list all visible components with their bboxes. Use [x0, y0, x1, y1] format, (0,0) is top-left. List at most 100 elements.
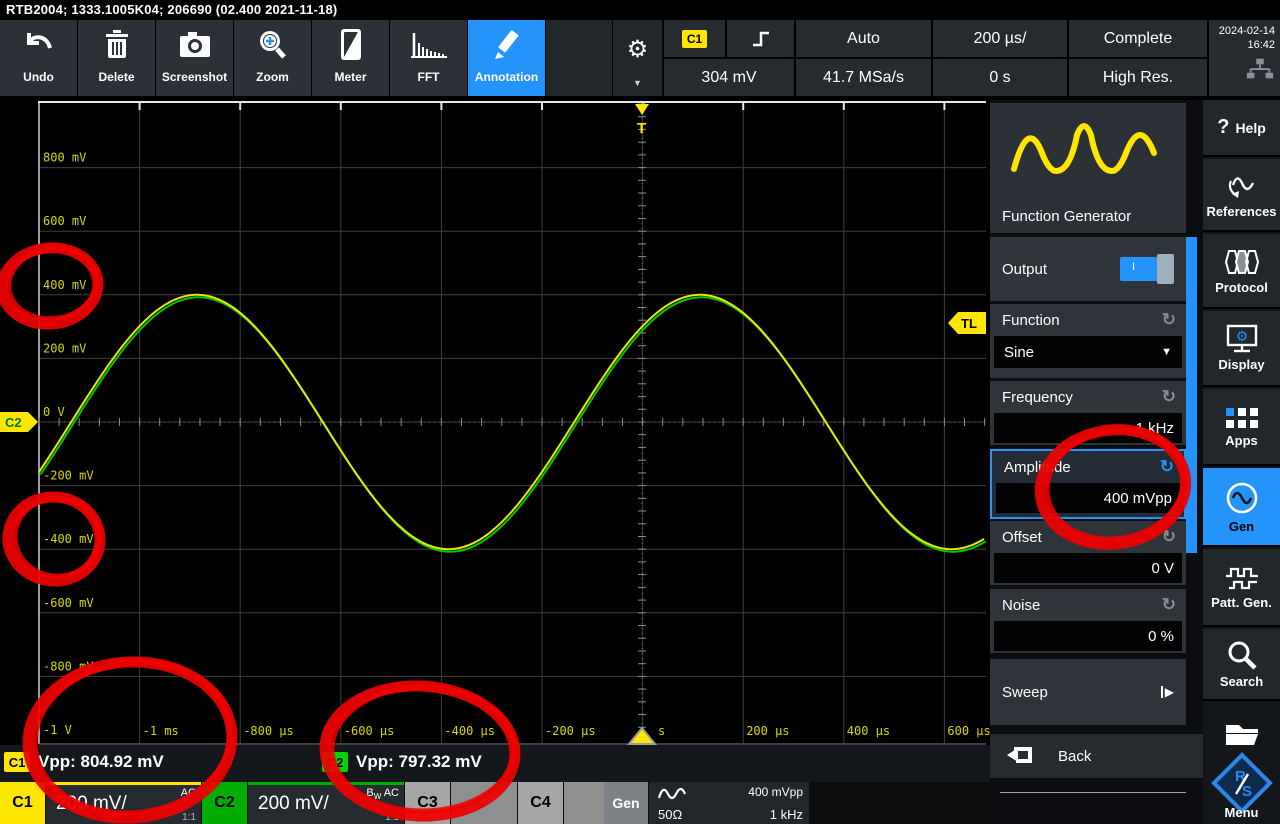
fft-spectrum-icon [390, 20, 467, 70]
toolbar-spacer [546, 20, 612, 96]
x-axis-label: -1 ms [143, 724, 179, 738]
sidebar-item-apps[interactable]: Apps [1203, 389, 1280, 466]
panel-scrollbar[interactable] [1186, 237, 1197, 553]
channel-c3-tab[interactable]: C3 [405, 782, 450, 824]
sidebar-item-protocol[interactable]: Protocol [1203, 234, 1280, 309]
sidebar-item-help[interactable]: ? Help [1203, 100, 1280, 157]
x-axis-label: 600 µs [947, 724, 990, 738]
y-axis-label: 0 V [43, 405, 65, 419]
sidebar-item-menu[interactable]: R S Menu [1203, 703, 1280, 824]
sample-rate-cell[interactable]: 41.7 MSa/s [796, 59, 931, 96]
settings-gear-button[interactable]: ⚙ ▼ [613, 20, 662, 96]
sweep-menu-item[interactable]: Sweep ▶ [990, 659, 1186, 725]
acquisition-state-cell[interactable]: Complete [1069, 20, 1207, 57]
device-info-text: RTB2004; 1333.1005K04; 206690 (02.400 20… [6, 2, 337, 17]
function-generator-panel: Function Generator Output I Function ↻ S… [990, 100, 1203, 824]
generator-icon [1224, 480, 1260, 516]
y-axis-label: -400 mV [43, 532, 94, 546]
trigger-slope-cell[interactable] [727, 20, 794, 57]
meter-button[interactable]: Meter [312, 20, 389, 96]
function-label: Function [1002, 312, 1060, 329]
sidebar-item-gen[interactable]: Gen [1203, 468, 1280, 547]
offset-field[interactable]: 0 V [994, 553, 1182, 583]
channel-c4-tab[interactable]: C4 [518, 782, 563, 824]
sidebar-item-search[interactable]: Search [1203, 629, 1280, 701]
c2-vpp-value: Vpp: 797.32 mV [356, 752, 482, 772]
channel-c1-tab[interactable]: C1 [0, 782, 45, 824]
camera-icon [156, 20, 233, 70]
refresh-icon[interactable]: ↻ [1162, 310, 1176, 330]
c2-bw-coupling: BW AC [366, 787, 399, 801]
zero-time-marker[interactable] [629, 728, 655, 744]
chevron-down-icon: ▼ [1161, 346, 1172, 358]
svg-text:⚙: ⚙ [1235, 328, 1248, 344]
frequency-section: Frequency ↻ 1 kHz [990, 381, 1186, 445]
delete-button[interactable]: Delete [78, 20, 155, 96]
folder-icon [1222, 717, 1262, 747]
fft-button[interactable]: FFT [390, 20, 467, 96]
output-row: Output I [990, 237, 1186, 301]
gen-settings[interactable]: 400 mVpp 50Ω 1 kHz [649, 782, 809, 824]
screenshot-button[interactable]: Screenshot [156, 20, 233, 96]
search-icon [1226, 639, 1258, 671]
c1-badge: C1 [4, 752, 30, 772]
waveform-display[interactable]: 800 mV600 mV400 mV200 mV0 V-200 mV-400 m… [0, 100, 990, 745]
channel-c3-settings[interactable] [451, 782, 517, 824]
sidebar-item-display[interactable]: ⚙ Display [1203, 311, 1280, 387]
channel-marker-label: C2 [5, 415, 22, 430]
network-icon [1245, 58, 1275, 80]
trigger-source-cell[interactable]: C1 [664, 20, 725, 57]
apps-grid-icon [1224, 406, 1260, 430]
zoom-button[interactable]: Zoom [234, 20, 311, 96]
x-axis-label: 400 µs [847, 724, 890, 738]
panel-divider [1000, 792, 1186, 793]
back-button[interactable]: Back [990, 734, 1203, 778]
undo-button[interactable]: Undo [0, 20, 77, 96]
trigger-position-marker[interactable] [635, 104, 649, 115]
channel-c1-settings[interactable]: 200 mV/ AC 1:1 [46, 782, 201, 824]
trigger-level-cell[interactable]: 304 mV [664, 59, 794, 96]
gen-amplitude: 400 mVpp [748, 785, 803, 799]
function-dropdown[interactable]: Sine ▼ [994, 336, 1182, 368]
function-section: Function ↻ Sine ▼ [990, 304, 1186, 378]
panel-title: Function Generator [1002, 208, 1131, 225]
gen-tab[interactable]: Gen [604, 782, 648, 824]
y-axis-label: -1 V [43, 723, 72, 737]
horizontal-position-cell[interactable]: 0 s [933, 59, 1067, 96]
datetime-cell[interactable]: 2024-02-14 16:42 [1209, 20, 1280, 96]
measurement-c1[interactable]: C1 Vpp: 804.92 mV [4, 752, 164, 772]
output-toggle[interactable]: I [1120, 257, 1172, 281]
sidebar-item-references[interactable]: References [1203, 159, 1280, 232]
refresh-icon[interactable]: ↻ [1162, 387, 1176, 407]
timebase-cell[interactable]: 200 µs/ [933, 20, 1067, 57]
noise-section: Noise ↻ 0 % [990, 589, 1186, 653]
x-axis-label: -800 µs [243, 724, 294, 738]
sidebar-item-pattern-generator[interactable]: Patt. Gen. [1203, 549, 1280, 627]
channel-c2-settings[interactable]: 200 mV/ BW AC 1:1 [248, 782, 404, 824]
annotation-button[interactable]: Annotation [468, 20, 545, 96]
function-generator-header: Function Generator [990, 103, 1186, 233]
measurement-c2[interactable]: C2 Vpp: 797.32 mV [322, 752, 482, 772]
acquisition-mode-cell[interactable]: High Res. [1069, 59, 1207, 96]
noise-label: Noise [1002, 597, 1040, 614]
amplitude-field[interactable]: 400 mVpp [996, 483, 1180, 513]
c1-probe: 1:1 [182, 812, 196, 823]
c1-scale: 200 mV/ [56, 793, 127, 815]
refresh-icon[interactable]: ↻ [1162, 527, 1176, 547]
y-axis-label: -200 mV [43, 469, 94, 483]
protocol-icon [1223, 247, 1261, 277]
c1-vpp-value: Vpp: 804.92 mV [38, 752, 164, 772]
sine-wave-icon [1004, 111, 1174, 189]
trigger-mode-cell[interactable]: Auto [796, 20, 931, 57]
refresh-icon-active[interactable]: ↻ [1160, 457, 1174, 477]
date-text: 2024-02-14 [1209, 24, 1275, 38]
y-axis-label: -600 mV [43, 596, 94, 610]
frequency-field[interactable]: 1 kHz [994, 413, 1182, 443]
noise-field[interactable]: 0 % [994, 621, 1182, 651]
toggle-knob[interactable] [1157, 254, 1174, 284]
gear-icon: ⚙ [613, 20, 662, 80]
y-axis-label: -800 mV [43, 659, 94, 673]
y-axis-label: 600 mV [43, 214, 86, 228]
refresh-icon[interactable]: ↻ [1162, 595, 1176, 615]
channel-c2-tab[interactable]: C2 [202, 782, 247, 824]
